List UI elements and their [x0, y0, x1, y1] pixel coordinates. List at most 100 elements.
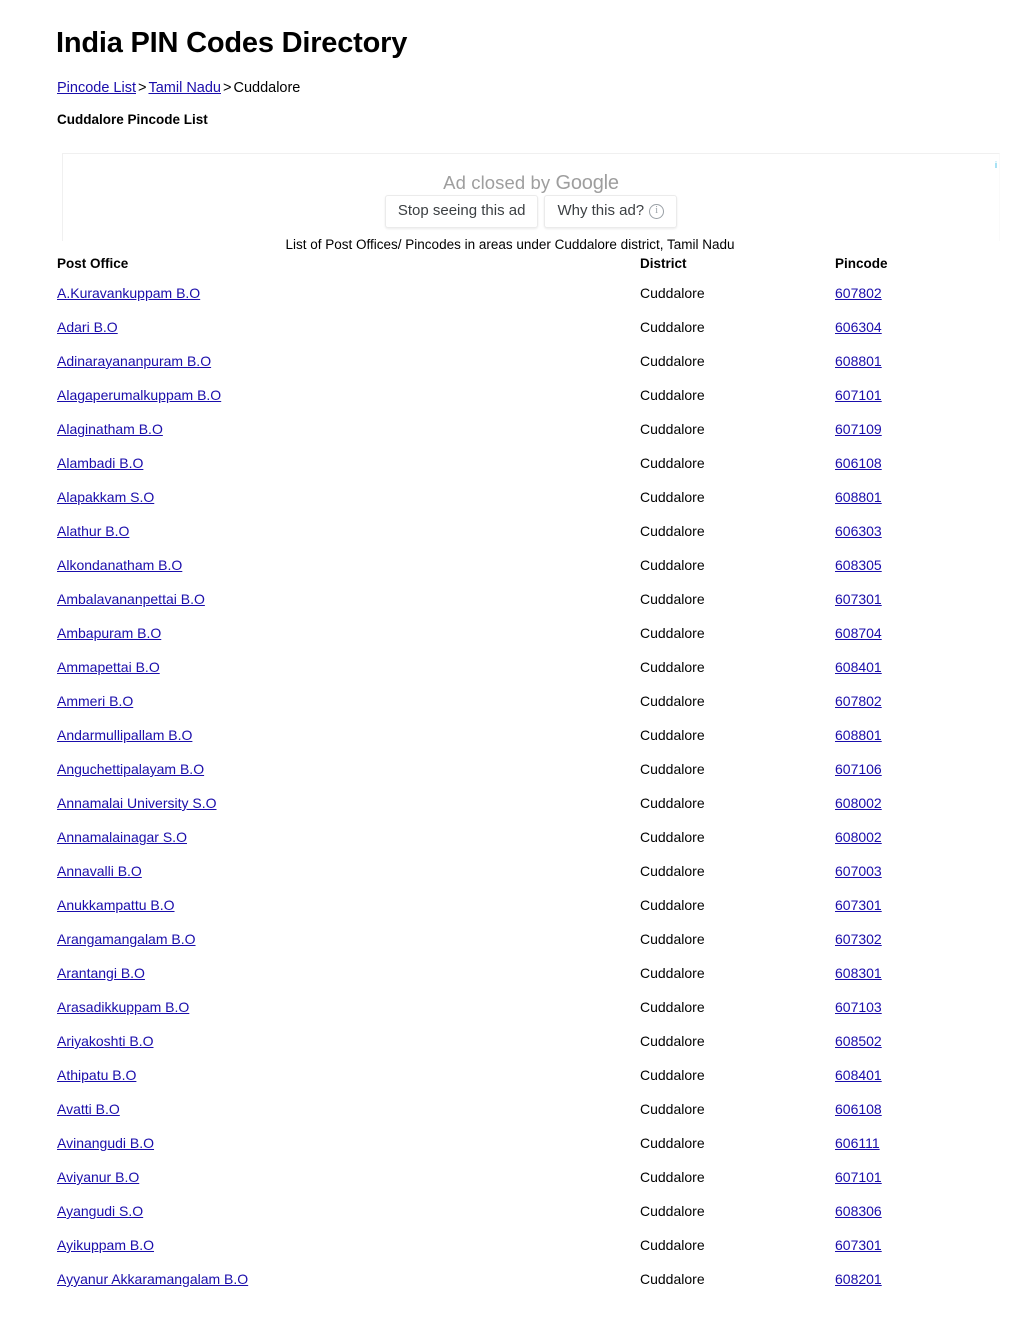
district-cell: Cuddalore	[640, 1203, 705, 1219]
post-office-link[interactable]: Alagaperumalkuppam B.O	[57, 387, 221, 403]
post-office-cell: Ayikuppam B.O	[57, 1237, 640, 1271]
table-row: Arasadikkuppam B.O Cuddalore 607103	[57, 999, 967, 1033]
district-cell: Cuddalore	[640, 1169, 705, 1185]
breadcrumb-link-pincode-list[interactable]: Pincode List	[57, 80, 136, 96]
pincode-link[interactable]: 608002	[835, 795, 882, 811]
district-cell: Cuddalore	[640, 1135, 705, 1151]
post-office-link[interactable]: Ayangudi S.O	[57, 1203, 143, 1219]
post-office-link[interactable]: Anguchettipalayam B.O	[57, 761, 204, 777]
stop-seeing-this-ad-label: Stop seeing this ad	[397, 202, 526, 219]
table-row: Ambalavananpettai B.O Cuddalore 607301	[57, 591, 967, 625]
pincode-link[interactable]: 607003	[835, 863, 882, 879]
pincode-link[interactable]: 608301	[835, 965, 882, 981]
post-office-link[interactable]: Andarmullipallam B.O	[57, 727, 192, 743]
post-office-link[interactable]: Athipatu B.O	[57, 1067, 136, 1083]
pincode-link[interactable]: 608401	[835, 659, 882, 675]
post-office-cell: Avinangudi B.O	[57, 1135, 640, 1169]
post-office-cell: Adari B.O	[57, 319, 640, 353]
post-office-link[interactable]: Ayikuppam B.O	[57, 1237, 154, 1253]
table-row: Aviyanur B.O Cuddalore 607101	[57, 1169, 967, 1203]
pincode-link[interactable]: 608002	[835, 829, 882, 845]
post-office-link[interactable]: Anukkampattu B.O	[57, 897, 175, 913]
pincode-link[interactable]: 608502	[835, 1033, 882, 1049]
pincode-link[interactable]: 607301	[835, 591, 882, 607]
post-office-link[interactable]: Annavalli B.O	[57, 863, 142, 879]
post-office-link[interactable]: Alaginatham B.O	[57, 421, 163, 437]
post-office-cell: Adinarayananpuram B.O	[57, 353, 640, 387]
pincode-link[interactable]: 607106	[835, 761, 882, 777]
post-office-link[interactable]: Ariyakoshti B.O	[57, 1033, 153, 1049]
table-row: Alaginatham B.O Cuddalore 607109	[57, 421, 967, 455]
pincode-link[interactable]: 607101	[835, 1169, 882, 1185]
pincode-link[interactable]: 608305	[835, 557, 882, 573]
district-cell: Cuddalore	[640, 727, 705, 743]
pincode-link[interactable]: 608401	[835, 1067, 882, 1083]
post-office-link[interactable]: A.Kuravankuppam B.O	[57, 285, 200, 301]
pincode-link[interactable]: 607101	[835, 387, 882, 403]
district-cell: Cuddalore	[640, 591, 705, 607]
pincode-cell: 607109	[835, 421, 967, 455]
pincode-link[interactable]: 607302	[835, 931, 882, 947]
post-office-link[interactable]: Ammeri B.O	[57, 693, 133, 709]
post-office-link[interactable]: Alambadi B.O	[57, 455, 143, 471]
post-office-link[interactable]: Ambapuram B.O	[57, 625, 161, 641]
stop-seeing-this-ad-button[interactable]: Stop seeing this ad	[384, 195, 539, 228]
pincode-link[interactable]: 607301	[835, 1237, 882, 1253]
district-cell: Cuddalore	[640, 931, 705, 947]
pincode-link[interactable]: 606304	[835, 319, 882, 335]
post-office-cell: Avatti B.O	[57, 1101, 640, 1135]
pincode-link[interactable]: 606303	[835, 523, 882, 539]
breadcrumb-link-tamil-nadu[interactable]: Tamil Nadu	[148, 80, 221, 96]
post-office-link[interactable]: Adari B.O	[57, 319, 118, 335]
pincode-cell: 607103	[835, 999, 967, 1033]
post-office-link[interactable]: Alathur B.O	[57, 523, 129, 539]
ad-corner-info-icon[interactable]: i	[995, 161, 999, 170]
pincode-link[interactable]: 607301	[835, 897, 882, 913]
ad-button-group: Stop seeing this ad Why this ad?	[63, 195, 999, 228]
pincode-link[interactable]: 607109	[835, 421, 882, 437]
pincode-link[interactable]: 608201	[835, 1271, 882, 1287]
pincode-link[interactable]: 607103	[835, 999, 882, 1015]
post-office-link[interactable]: Alapakkam S.O	[57, 489, 154, 505]
post-office-cell: Aviyanur B.O	[57, 1169, 640, 1203]
pincode-link[interactable]: 607802	[835, 693, 882, 709]
pincode-link[interactable]: 608801	[835, 727, 882, 743]
post-office-link[interactable]: Ammapettai B.O	[57, 659, 160, 675]
pincode-cell: 606108	[835, 455, 967, 489]
post-office-link[interactable]: Annamalainagar S.O	[57, 829, 187, 845]
district-cell: Cuddalore	[640, 965, 705, 981]
post-office-link[interactable]: Arangamangalam B.O	[57, 931, 196, 947]
pincode-link[interactable]: 608801	[835, 353, 882, 369]
pincode-cell: 608305	[835, 557, 967, 591]
column-header-district: District	[640, 256, 687, 271]
post-office-link[interactable]: Ambalavananpettai B.O	[57, 591, 205, 607]
pincode-cell: 607301	[835, 897, 967, 931]
post-office-link[interactable]: Alkondanatham B.O	[57, 557, 182, 573]
pincode-link[interactable]: 608801	[835, 489, 882, 505]
pincode-cell: 606108	[835, 1101, 967, 1135]
table-row: Andarmullipallam B.O Cuddalore 608801	[57, 727, 967, 761]
post-office-link[interactable]: Annamalai University S.O	[57, 795, 217, 811]
pincode-cell: 606304	[835, 319, 967, 353]
district-cell: Cuddalore	[640, 761, 705, 777]
post-office-cell: Arangamangalam B.O	[57, 931, 640, 965]
pincode-cell: 607003	[835, 863, 967, 897]
post-office-link[interactable]: Avatti B.O	[57, 1101, 120, 1117]
pincode-link[interactable]: 606108	[835, 455, 882, 471]
pincode-link[interactable]: 607802	[835, 285, 882, 301]
pincode-link[interactable]: 606111	[835, 1135, 880, 1151]
post-office-cell: Ambapuram B.O	[57, 625, 640, 659]
pincode-link[interactable]: 606108	[835, 1101, 882, 1117]
post-office-link[interactable]: Adinarayananpuram B.O	[57, 353, 211, 369]
pincode-link[interactable]: 608704	[835, 625, 882, 641]
table-row: Annavalli B.O Cuddalore 607003	[57, 863, 967, 897]
post-office-link[interactable]: Arantangi B.O	[57, 965, 145, 981]
pincode-link[interactable]: 608306	[835, 1203, 882, 1219]
table-row: Alambadi B.O Cuddalore 606108	[57, 455, 967, 489]
post-office-link[interactable]: Aviyanur B.O	[57, 1169, 139, 1185]
post-office-link[interactable]: Arasadikkuppam B.O	[57, 999, 189, 1015]
post-office-link[interactable]: Ayyanur Akkaramangalam B.O	[57, 1271, 248, 1287]
table-row: Alkondanatham B.O Cuddalore 608305	[57, 557, 967, 591]
post-office-link[interactable]: Avinangudi B.O	[57, 1135, 154, 1151]
why-this-ad-button[interactable]: Why this ad?	[544, 195, 678, 228]
